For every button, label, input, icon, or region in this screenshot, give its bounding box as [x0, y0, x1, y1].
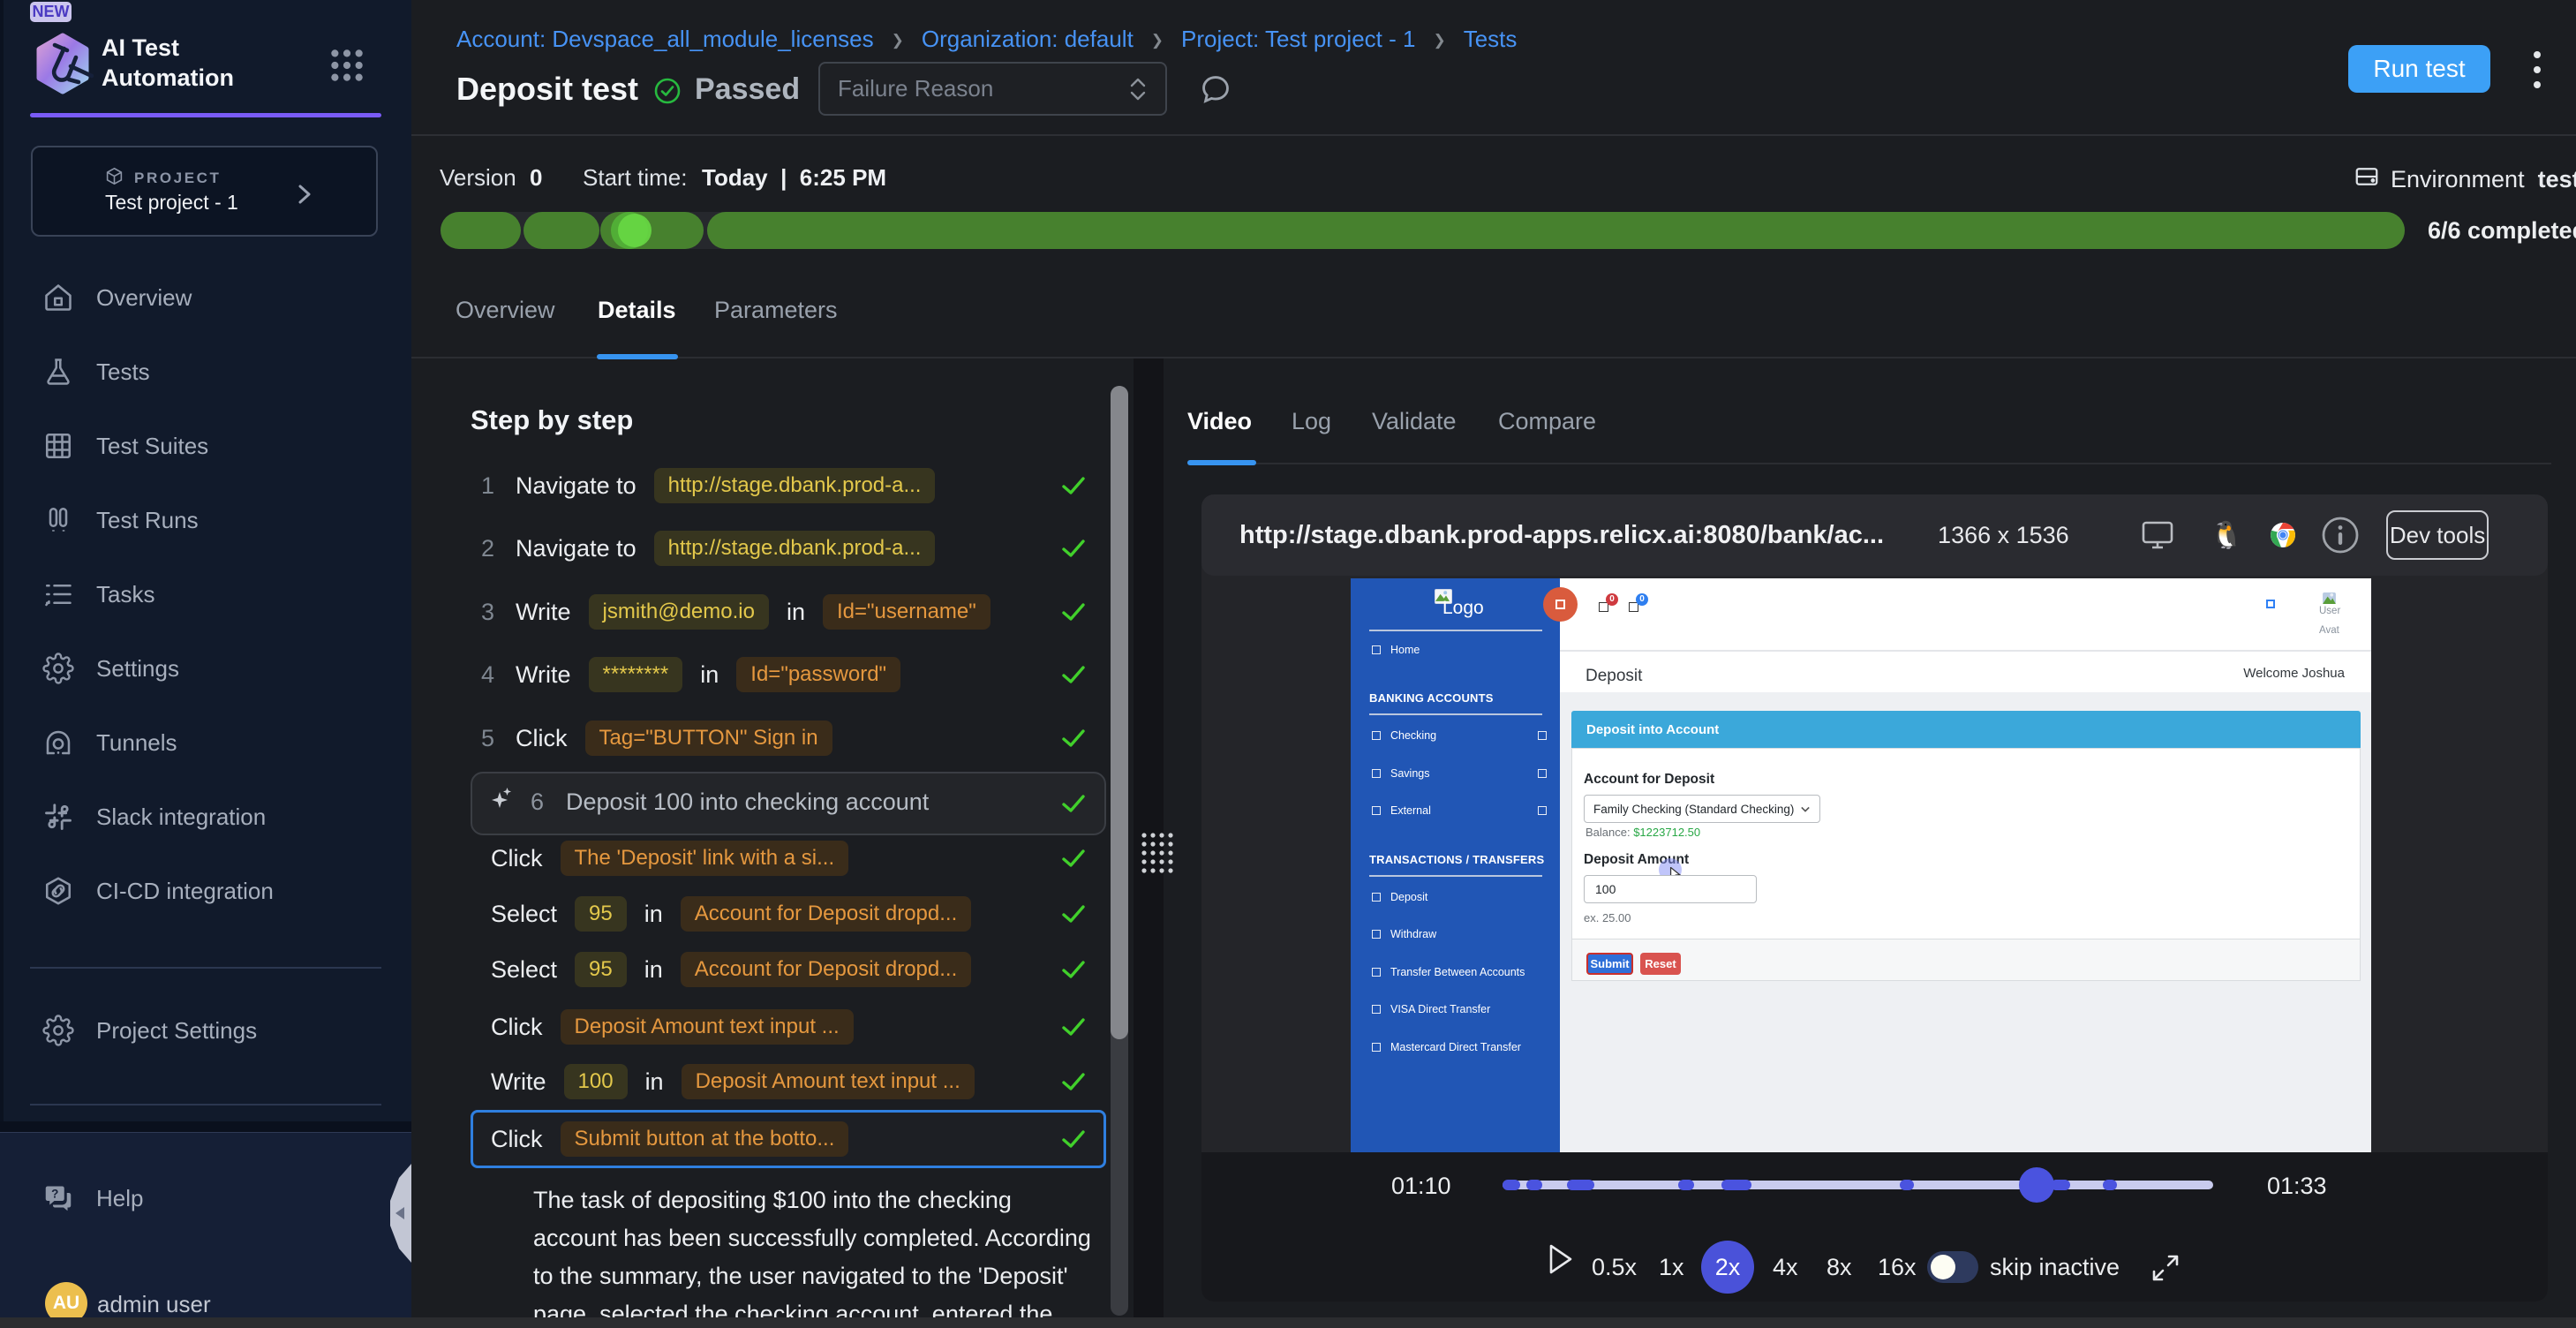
svg-text:?: ? [51, 1187, 58, 1200]
